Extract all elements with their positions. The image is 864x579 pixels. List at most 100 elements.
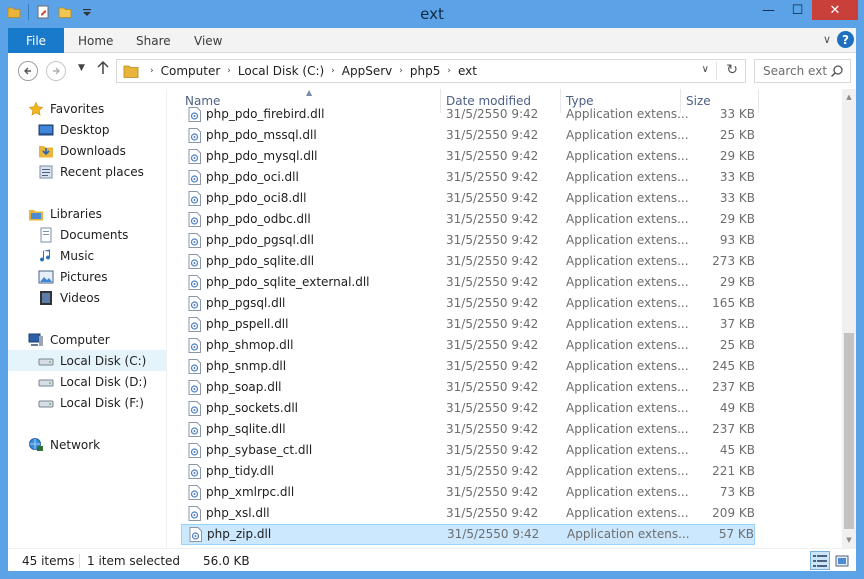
forward-button[interactable] [46, 61, 66, 81]
nav-item-label: Desktop [60, 122, 110, 137]
tab-file[interactable]: File [8, 28, 64, 53]
file-row[interactable]: php_pdo_mssql.dll 31/5/2550 9:42 Applicati… [178, 125, 758, 146]
nav-item-label: Videos [60, 290, 100, 305]
large-icons-view-button[interactable] [832, 551, 852, 570]
file-row[interactable]: php_pdo_oci8.dll 31/5/2550 9:42 Applicatio… [178, 188, 758, 209]
file-size: 237 KB [712, 380, 755, 394]
file-date: 31/5/2550 9:42 [446, 107, 539, 121]
breadcrumb-computer[interactable]: Computer [161, 64, 221, 78]
file-row[interactable]: php_pdo_sqlite.dll 31/5/2550 9:42 Applicat… [178, 251, 758, 272]
file-type: Application extens... [566, 212, 689, 226]
tab-share[interactable]: Share [136, 28, 171, 53]
file-row[interactable]: php_pgsql.dll 31/5/2550 9:42 Application e… [178, 293, 758, 314]
nav-item-recent-places[interactable]: Recent places [8, 161, 166, 182]
maximize-button[interactable]: ☐ [783, 0, 812, 20]
file-name: php_sybase_ct.dll [206, 443, 313, 457]
file-row[interactable]: php_soap.dll 31/5/2550 9:42 Application ex… [178, 377, 758, 398]
file-name: php_pdo_oci8.dll [206, 191, 307, 205]
nav-item-downloads[interactable]: Downloads [8, 140, 166, 161]
refresh-icon[interactable]: ↻ [726, 62, 738, 78]
column-divider[interactable] [758, 89, 759, 113]
search-box[interactable]: Search ext [754, 59, 851, 83]
nav-item-videos[interactable]: Videos [8, 287, 166, 308]
scroll-down-icon[interactable]: ▼ [842, 532, 856, 548]
back-button[interactable] [18, 61, 38, 81]
nav-libraries[interactable]: Libraries [8, 203, 166, 224]
details-view-button[interactable] [810, 551, 830, 570]
breadcrumb-separator[interactable]: › [150, 66, 154, 76]
file-name: php_soap.dll [206, 380, 282, 394]
breadcrumb-php5[interactable]: php5 [410, 64, 440, 78]
file-row[interactable]: php_tidy.dll 31/5/2550 9:42 Application ex… [178, 461, 758, 482]
expand-ribbon-icon[interactable]: ∨ [823, 33, 831, 46]
file-row[interactable]: php_xsl.dll 31/5/2550 9:42 Application ext… [178, 503, 758, 524]
file-row[interactable]: php_pdo_mysql.dll 31/5/2550 9:42 Applicati… [178, 146, 758, 167]
minimize-button[interactable]: — [754, 0, 783, 20]
drive-icon [38, 358, 54, 365]
file-row[interactable]: php_pdo_firebird.dll 31/5/2550 9:42 Applic… [178, 104, 758, 125]
scrollbar-thumb[interactable] [844, 333, 854, 529]
pane-divider[interactable] [166, 89, 167, 548]
nav-computer[interactable]: Computer [8, 329, 166, 350]
file-date: 31/5/2550 9:42 [446, 275, 539, 289]
scroll-up-icon[interactable]: ▲ [842, 89, 856, 105]
tab-home[interactable]: Home [78, 28, 113, 53]
selection-size: 56.0 KB [203, 554, 250, 568]
nav-network[interactable]: Network [8, 434, 166, 455]
address-bar[interactable]: › Computer › Local Disk (C:) › AppServ ›… [116, 59, 746, 83]
nav-item-label: Documents [60, 227, 129, 242]
file-row[interactable]: php_pdo_pgsql.dll 31/5/2550 9:42 Applicati… [178, 230, 758, 251]
breadcrumb-separator[interactable]: › [447, 66, 451, 76]
file-type: Application extens... [566, 275, 689, 289]
breadcrumb-separator[interactable]: › [331, 66, 335, 76]
search-icon[interactable] [830, 64, 844, 78]
large-icons-view-icon [835, 555, 849, 566]
breadcrumb-separator[interactable]: › [399, 66, 403, 76]
nav-item-desktop[interactable]: Desktop [8, 119, 166, 140]
file-row[interactable]: php_pdo_oci.dll 31/5/2550 9:42 Application… [178, 167, 758, 188]
dll-file-icon [188, 464, 201, 479]
file-date: 31/5/2550 9:42 [446, 380, 539, 394]
nav-item-music[interactable]: Music [8, 245, 166, 266]
file-row[interactable]: php_sockets.dll 31/5/2550 9:42 Application… [178, 398, 758, 419]
nav-item-label: Recent places [60, 164, 144, 179]
breadcrumb-local-disk-c[interactable]: Local Disk (C:) [238, 64, 324, 78]
up-arrow-icon[interactable] [96, 60, 110, 76]
dll-file-icon [188, 317, 201, 332]
folder-icon [123, 65, 139, 78]
file-date: 31/5/2550 9:42 [446, 254, 539, 268]
network-icon [29, 437, 43, 451]
computer-icon [28, 333, 43, 346]
breadcrumb: › Computer › Local Disk (C:) › AppServ ›… [143, 64, 477, 78]
explorer-body: Favorites Desktop Downloads Recent place… [8, 89, 856, 548]
file-row[interactable]: php_pdo_odbc.dll 31/5/2550 9:42 Applicatio… [178, 209, 758, 230]
vertical-scrollbar[interactable]: ▲ ▼ [842, 89, 856, 548]
recent-locations-icon[interactable]: ▼ [78, 63, 85, 73]
file-row[interactable]: php_xmlrpc.dll 31/5/2550 9:42 Application … [178, 482, 758, 503]
explorer-window: ext — ☐ ✕ File Home Share View ∨ ? ▼ › C… [0, 0, 864, 579]
nav-item-local-disk-d[interactable]: Local Disk (D:) [8, 371, 166, 392]
help-button[interactable]: ? [837, 31, 854, 48]
breadcrumb-appserv[interactable]: AppServ [342, 64, 392, 78]
tab-view[interactable]: View [194, 28, 222, 53]
file-date: 31/5/2550 9:42 [446, 128, 539, 142]
file-row[interactable]: php_sybase_ct.dll 31/5/2550 9:42 Applicati… [178, 440, 758, 461]
nav-item-local-disk-f[interactable]: Local Disk (F:) [8, 392, 166, 413]
nav-item-pictures[interactable]: Pictures [8, 266, 166, 287]
breadcrumb-ext[interactable]: ext [458, 64, 477, 78]
address-dropdown-icon[interactable]: ∨ [702, 64, 709, 75]
close-button[interactable]: ✕ [812, 0, 858, 20]
navigation-bar: ▼ › Computer › Local Disk (C:) › AppServ… [8, 53, 856, 89]
file-row[interactable]: php_zip.dll 31/5/2550 9:42 Application ext… [181, 524, 755, 545]
file-row[interactable]: php_snmp.dll 31/5/2550 9:42 Application ex… [178, 356, 758, 377]
file-row[interactable]: php_pspell.dll 31/5/2550 9:42 Application … [178, 314, 758, 335]
nav-favorites[interactable]: Favorites [8, 98, 166, 119]
file-row[interactable]: php_pdo_sqlite_external.dll 31/5/2550 9:4… [178, 272, 758, 293]
file-row[interactable]: php_shmop.dll 31/5/2550 9:42 Application e… [178, 335, 758, 356]
ribbon-tabs: File Home Share View ∨ ? [8, 28, 856, 53]
nav-item-documents[interactable]: Documents [8, 224, 166, 245]
file-row[interactable]: php_sqlite.dll 31/5/2550 9:42 Application … [178, 419, 758, 440]
breadcrumb-separator[interactable]: › [227, 66, 231, 76]
nav-item-local-disk-c[interactable]: Local Disk (C:) [8, 350, 166, 371]
search-input[interactable]: Search ext [763, 64, 827, 78]
